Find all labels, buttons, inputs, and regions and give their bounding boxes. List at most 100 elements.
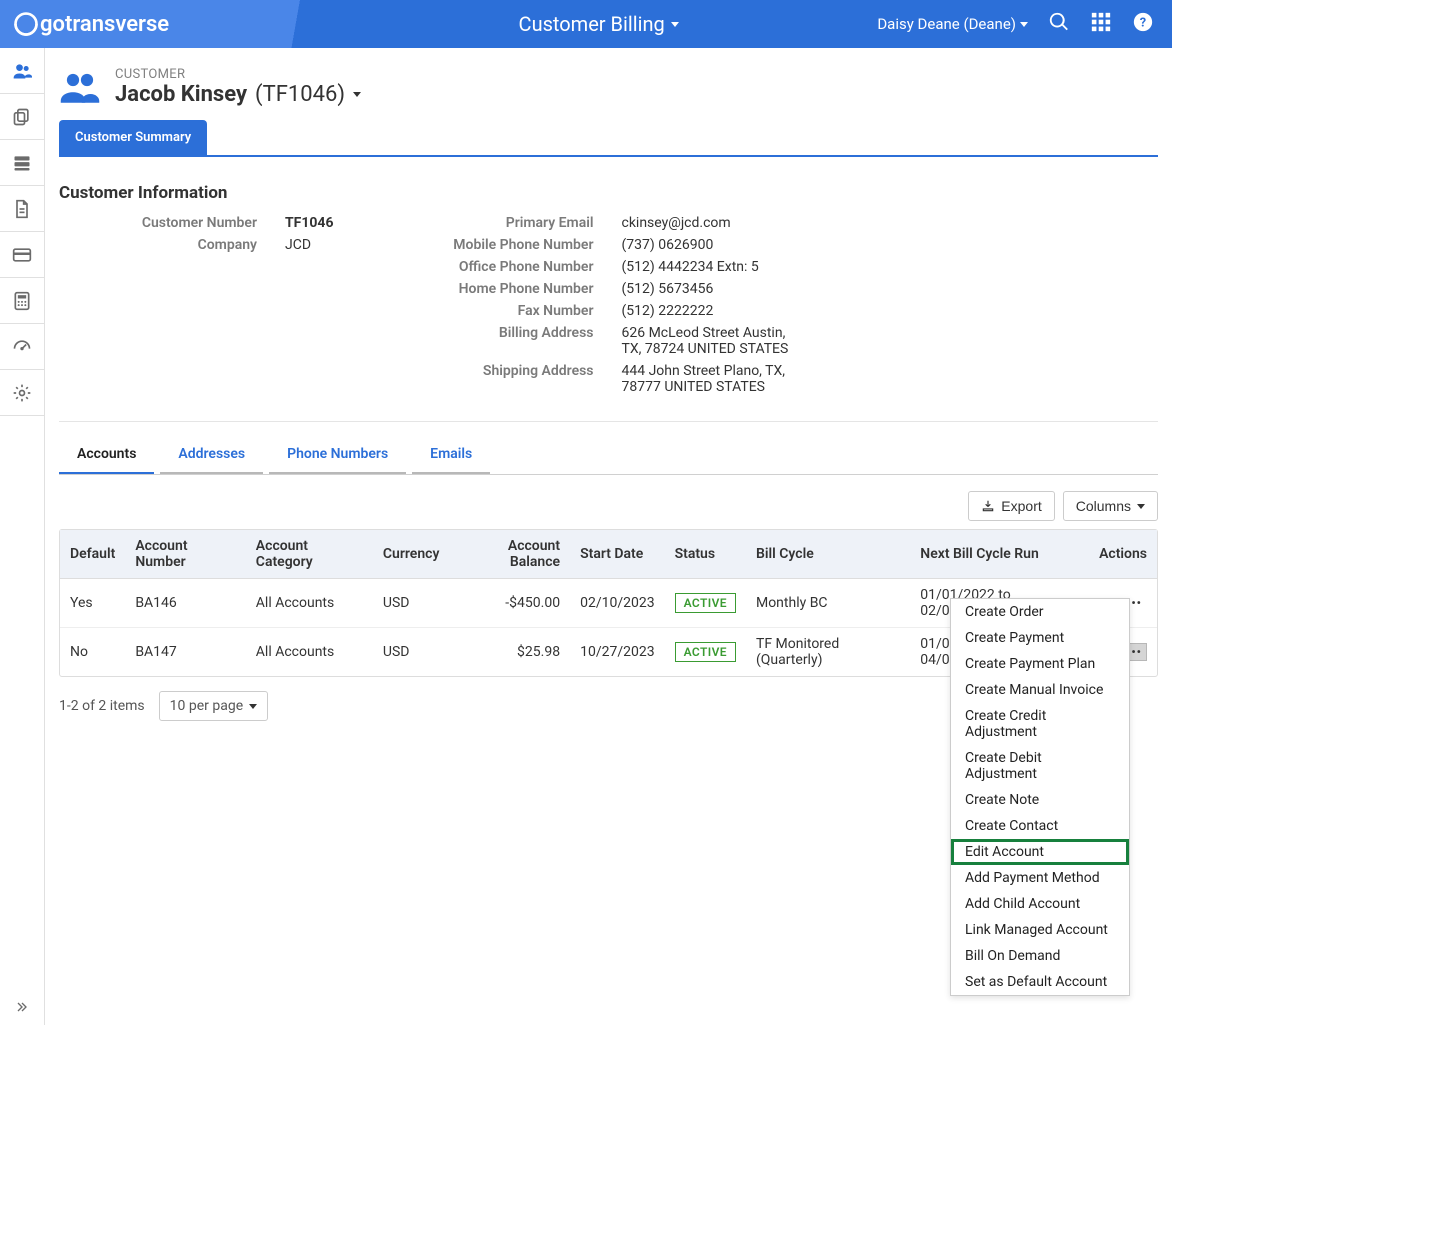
th-next-run[interactable]: Next Bill Cycle Run xyxy=(910,530,1089,579)
subtab-emails[interactable]: Emails xyxy=(412,436,490,474)
rail-server[interactable] xyxy=(0,140,44,186)
label-customer-number: Customer Number xyxy=(77,215,257,231)
caret-down-icon xyxy=(1020,22,1028,27)
main-content: CUSTOMER Jacob Kinsey (TF1046) Customer … xyxy=(45,48,1172,1025)
main-tabs: Customer Summary xyxy=(59,120,1158,157)
per-page-select[interactable]: 10 per page xyxy=(159,691,268,721)
menu-item-create-order[interactable]: Create Order xyxy=(951,599,1129,625)
th-default[interactable]: Default xyxy=(60,530,125,579)
divider xyxy=(59,421,1158,422)
cell-status: ACTIVE xyxy=(665,579,746,628)
cell-account-number: BA147 xyxy=(125,628,245,677)
th-account-number[interactable]: Account Number xyxy=(125,530,245,579)
th-currency[interactable]: Currency xyxy=(373,530,450,579)
th-bill-cycle[interactable]: Bill Cycle xyxy=(746,530,910,579)
label-home: Home Phone Number xyxy=(424,281,594,297)
menu-item-create-manual-invoice[interactable]: Create Manual Invoice xyxy=(951,677,1129,703)
label-mobile: Mobile Phone Number xyxy=(424,237,594,253)
rail-customers[interactable] xyxy=(0,48,44,94)
label-shipping: Shipping Address xyxy=(424,363,594,395)
download-icon xyxy=(981,499,995,513)
rail-settings[interactable] xyxy=(0,370,44,416)
menu-item-create-payment-plan[interactable]: Create Payment Plan xyxy=(951,651,1129,677)
subtab-accounts[interactable]: Accounts xyxy=(59,436,154,474)
customer-icon xyxy=(59,66,101,108)
label-office: Office Phone Number xyxy=(424,259,594,275)
menu-item-set-as-default-account[interactable]: Set as Default Account xyxy=(951,969,1129,995)
menu-item-edit-account[interactable]: Edit Account xyxy=(951,839,1129,865)
menu-item-add-child-account[interactable]: Add Child Account xyxy=(951,891,1129,917)
cell-default: No xyxy=(60,628,125,677)
value-primary-email: ckinsey@jcd.com xyxy=(622,215,802,231)
value-customer-number: TF1046 xyxy=(285,215,334,231)
columns-button[interactable]: Columns xyxy=(1063,491,1158,521)
customer-name: Jacob Kinsey xyxy=(115,82,247,107)
cell-default: Yes xyxy=(60,579,125,628)
card-icon xyxy=(12,245,32,265)
menu-item-add-payment-method[interactable]: Add Payment Method xyxy=(951,865,1129,891)
gear-icon xyxy=(12,383,32,403)
cell-currency: USD xyxy=(373,579,450,628)
th-balance[interactable]: Account Balance xyxy=(449,530,570,579)
document-icon xyxy=(12,199,32,219)
value-fax: (512) 2222222 xyxy=(622,303,802,319)
subtab-addresses[interactable]: Addresses xyxy=(160,436,263,474)
menu-item-create-note[interactable]: Create Note xyxy=(951,787,1129,813)
value-shipping: 444 John Street Plano, TX, 78777 UNITED … xyxy=(622,363,802,395)
rail-copy[interactable] xyxy=(0,94,44,140)
svg-text:?: ? xyxy=(1140,16,1146,31)
user-menu[interactable]: Daisy Deane (Deane) xyxy=(877,15,1028,33)
rail-expand-toggle[interactable] xyxy=(0,989,44,1025)
rail-card[interactable] xyxy=(0,232,44,278)
columns-label: Columns xyxy=(1076,498,1131,514)
menu-item-create-payment[interactable]: Create Payment xyxy=(951,625,1129,651)
brand-text: gotransverse xyxy=(40,12,169,37)
breadcrumb: CUSTOMER xyxy=(115,67,361,82)
export-label: Export xyxy=(1001,498,1041,514)
help-icon[interactable]: ? xyxy=(1132,11,1154,37)
subtabs: Accounts Addresses Phone Numbers Emails xyxy=(59,436,1158,475)
row-actions-menu: Create OrderCreate PaymentCreate Payment… xyxy=(950,598,1130,996)
cell-start-date: 02/10/2023 xyxy=(570,579,665,628)
gauge-icon xyxy=(12,337,32,357)
label-fax: Fax Number xyxy=(424,303,594,319)
cell-account-category: All Accounts xyxy=(246,628,373,677)
subtab-phone-numbers[interactable]: Phone Numbers xyxy=(269,436,406,474)
menu-item-link-managed-account[interactable]: Link Managed Account xyxy=(951,917,1129,943)
status-badge: ACTIVE xyxy=(675,593,736,613)
user-name: Daisy Deane (Deane) xyxy=(877,15,1016,33)
cell-currency: USD xyxy=(373,628,450,677)
search-icon[interactable] xyxy=(1048,11,1070,37)
cell-bill-cycle: TF Monitored (Quarterly) xyxy=(746,628,910,677)
cell-bill-cycle: Monthly BC xyxy=(746,579,910,628)
status-badge: ACTIVE xyxy=(675,642,736,662)
rail-calculator[interactable] xyxy=(0,278,44,324)
per-page-label: 10 per page xyxy=(170,698,243,714)
rail-document[interactable] xyxy=(0,186,44,232)
menu-item-create-credit-adjustment[interactable]: Create Credit Adjustment xyxy=(951,703,1129,745)
tab-customer-summary[interactable]: Customer Summary xyxy=(59,120,207,155)
app-title-dropdown[interactable]: Customer Billing xyxy=(320,12,877,36)
th-start-date[interactable]: Start Date xyxy=(570,530,665,579)
menu-item-create-contact[interactable]: Create Contact xyxy=(951,813,1129,839)
caret-down-icon xyxy=(249,704,257,709)
menu-item-create-debit-adjustment[interactable]: Create Debit Adjustment xyxy=(951,745,1129,787)
calculator-icon xyxy=(12,291,32,311)
customer-switcher[interactable]: Jacob Kinsey (TF1046) xyxy=(115,82,361,107)
menu-item-bill-on-demand[interactable]: Bill On Demand xyxy=(951,943,1129,969)
apps-grid-icon[interactable] xyxy=(1090,11,1112,37)
export-button[interactable]: Export xyxy=(968,491,1054,521)
section-heading: Customer Information xyxy=(59,183,1158,203)
cell-account-number: BA146 xyxy=(125,579,245,628)
rail-dashboard[interactable] xyxy=(0,324,44,370)
label-primary-email: Primary Email xyxy=(424,215,594,231)
app-title-text: Customer Billing xyxy=(519,12,665,36)
table-header-row: Default Account Number Account Category … xyxy=(60,530,1157,579)
users-icon xyxy=(12,61,32,81)
page-header: CUSTOMER Jacob Kinsey (TF1046) xyxy=(45,60,1172,108)
th-actions: Actions xyxy=(1089,530,1157,579)
th-account-category[interactable]: Account Category xyxy=(246,530,373,579)
caret-down-icon xyxy=(1137,504,1145,509)
brand-logo[interactable]: gotransverse xyxy=(0,0,320,48)
th-status[interactable]: Status xyxy=(665,530,746,579)
